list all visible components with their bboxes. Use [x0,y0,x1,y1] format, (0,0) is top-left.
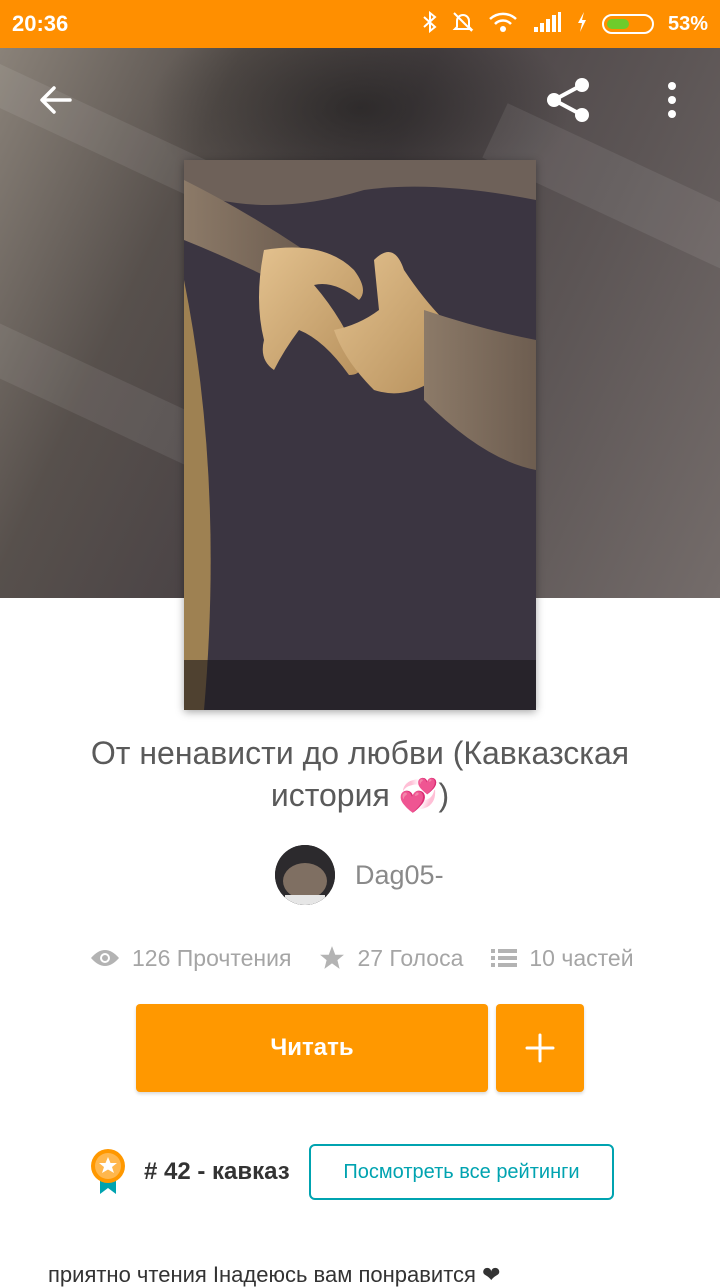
ranking-row: # 42 - кавказ [90,1148,290,1196]
battery-icon [601,14,654,34]
votes-count: 27 Голоса [357,944,464,971]
more-vertical-icon [668,82,676,118]
status-bar: 20:36 53% [0,0,720,48]
cover-illustration [184,160,536,710]
story-cover[interactable] [184,160,536,710]
parts-stat: 10 частей [491,944,634,972]
plus-icon [525,1033,555,1063]
status-time: 20:36 [12,11,69,36]
author-name[interactable]: Dag05- [355,860,444,891]
ranking-text: # 42 - кавказ [144,1158,290,1185]
story-description: приятно чтения Iнадеюсь вам понравится ❤ [48,1262,501,1287]
add-to-library-button[interactable] [496,1004,584,1092]
wifi-icon [488,11,518,38]
reads-count: 126 Прочтения [132,944,292,971]
eye-icon [91,950,119,966]
battery-percent: 53% [667,12,708,35]
charging-icon [576,11,588,38]
star-icon [320,946,345,969]
parts-count: 10 частей [529,944,634,971]
back-button[interactable] [28,72,84,128]
story-stats: 126 Прочтения 27 Голоса 10 частей [90,938,662,978]
share-button[interactable] [540,72,596,128]
author-avatar[interactable] [275,845,335,905]
view-all-ratings-button[interactable]: Посмотреть все рейтинги [309,1144,614,1200]
more-options-button[interactable] [644,72,700,128]
notifications-off-icon [452,11,474,38]
reads-stat: 126 Прочтения [90,945,291,972]
list-icon [491,949,518,967]
story-title: От ненависти до любви (Кавказская истори… [90,735,630,813]
author-row[interactable]: Dag05- [275,845,444,905]
bluetooth-icon [422,10,438,38]
arrow-left-icon [40,86,72,114]
votes-stat: 27 Голоса [319,945,463,972]
share-icon [547,78,589,122]
status-icons: 53% [422,10,708,38]
ranking-badge-icon [91,1149,125,1194]
signal-icon [532,11,562,38]
read-button[interactable]: Читать [136,1004,488,1092]
